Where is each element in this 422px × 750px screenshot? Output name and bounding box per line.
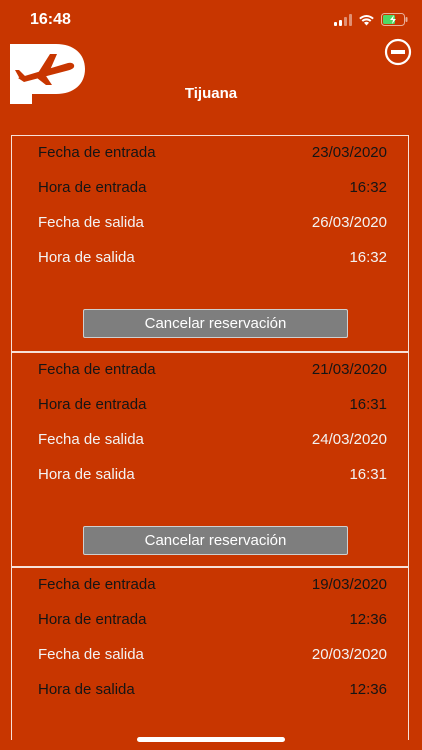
exit-date-value: 26/03/2020: [311, 213, 387, 231]
reservation-card: Fecha de entrada 21/03/2020 Hora de entr…: [12, 351, 408, 566]
exit-time-label: Hora de salida: [38, 248, 135, 266]
exit-time-row: Hora de salida 16:32: [38, 246, 387, 268]
entry-time-label: Hora de entrada: [38, 610, 147, 628]
entry-date-row: Fecha de entrada 21/03/2020: [38, 358, 387, 380]
exit-time-label: Hora de salida: [38, 680, 135, 698]
entry-date-row: Fecha de entrada 19/03/2020: [38, 573, 387, 595]
entry-date-value: 21/03/2020: [311, 360, 387, 378]
entry-time-row: Hora de entrada 16:31: [38, 393, 387, 415]
page-title: Tijuana: [184, 85, 238, 102]
status-bar: 16:48: [0, 0, 422, 40]
entry-date-value: 23/03/2020: [311, 143, 387, 161]
entry-time-value: 16:31: [349, 395, 387, 413]
exit-time-value: 16:31: [349, 465, 387, 483]
minus-circle-icon[interactable]: [384, 38, 412, 66]
exit-time-row: Hora de salida 16:31: [38, 463, 387, 485]
exit-date-value: 20/03/2020: [311, 645, 387, 663]
battery-charging-icon: [381, 13, 408, 26]
entry-time-row: Hora de entrada 12:36: [38, 608, 387, 630]
home-indicator[interactable]: [137, 737, 285, 742]
entry-date-label: Fecha de entrada: [38, 143, 156, 161]
entry-date-row: Fecha de entrada 23/03/2020: [38, 141, 387, 163]
reservation-card: Fecha de entrada 19/03/2020 Hora de entr…: [12, 566, 408, 740]
exit-date-value: 24/03/2020: [311, 430, 387, 448]
cancel-reservation-button[interactable]: Cancelar reservación: [83, 526, 348, 555]
entry-time-label: Hora de entrada: [38, 395, 147, 413]
exit-date-row: Fecha de salida 20/03/2020: [38, 643, 387, 665]
cancel-reservation-button[interactable]: Cancelar reservación: [83, 309, 348, 338]
exit-time-label: Hora de salida: [38, 465, 135, 483]
entry-time-label: Hora de entrada: [38, 178, 147, 196]
exit-date-row: Fecha de salida 24/03/2020: [38, 428, 387, 450]
exit-time-row: Hora de salida 12:36: [38, 678, 387, 700]
exit-date-label: Fecha de salida: [38, 213, 144, 231]
entry-date-label: Fecha de entrada: [38, 360, 156, 378]
entry-date-label: Fecha de entrada: [38, 575, 156, 593]
exit-time-value: 12:36: [349, 680, 387, 698]
status-icons: [334, 13, 408, 26]
entry-date-value: 19/03/2020: [311, 575, 387, 593]
reservation-card: Fecha de entrada 23/03/2020 Hora de entr…: [12, 136, 408, 351]
exit-date-label: Fecha de salida: [38, 645, 144, 663]
signal-icon: [334, 13, 352, 26]
entry-time-value: 12:36: [349, 610, 387, 628]
exit-date-row: Fecha de salida 26/03/2020: [38, 211, 387, 233]
entry-time-row: Hora de entrada 16:32: [38, 176, 387, 198]
reservation-list[interactable]: Fecha de entrada 23/03/2020 Hora de entr…: [11, 135, 409, 740]
entry-time-value: 16:32: [349, 178, 387, 196]
wifi-icon: [359, 14, 374, 25]
exit-date-label: Fecha de salida: [38, 430, 144, 448]
status-time: 16:48: [30, 11, 71, 28]
exit-time-value: 16:32: [349, 248, 387, 266]
